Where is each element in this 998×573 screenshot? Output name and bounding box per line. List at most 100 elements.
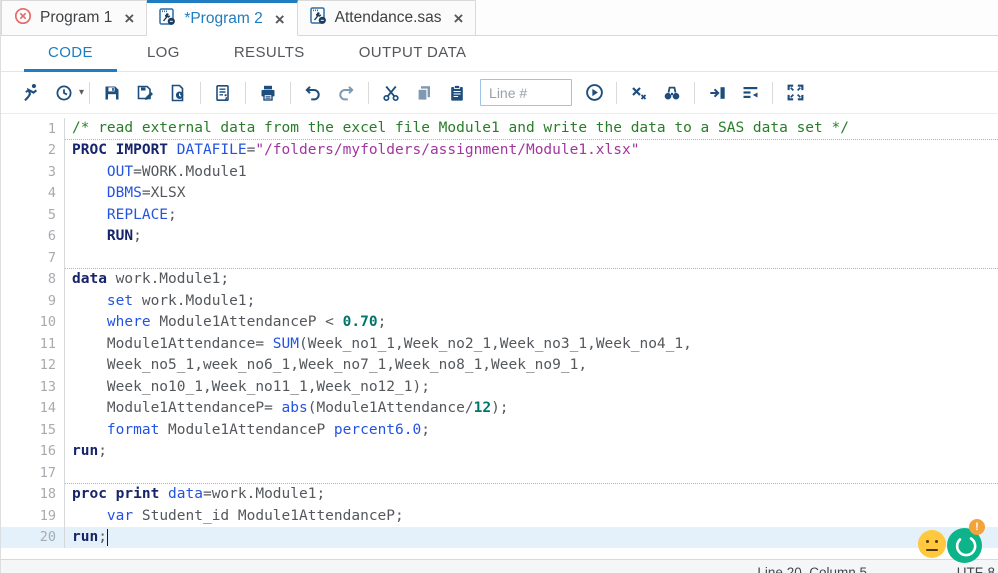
line-number: 11 <box>1 333 65 355</box>
line-number: 16 <box>1 441 65 463</box>
copy-button[interactable] <box>410 79 438 107</box>
code-text: /* read external data from the excel fil… <box>65 118 998 140</box>
print-icon <box>259 84 277 102</box>
emoji-eye <box>935 540 938 543</box>
line-number: 4 <box>1 183 65 205</box>
save-icon <box>103 84 121 102</box>
print-button[interactable] <box>254 79 282 107</box>
editor-lines: 1/* read external data from the excel fi… <box>1 118 998 548</box>
code-line[interactable]: 11 Module1Attendance= SUM(Week_no1_1,Wee… <box>1 333 998 355</box>
subtab-results[interactable]: RESULTS <box>210 36 329 71</box>
code-line[interactable]: 16run; <box>1 441 998 463</box>
maximize-view-button[interactable] <box>781 79 809 107</box>
code-line[interactable]: 2PROC IMPORT DATAFILE="/folders/myfolder… <box>1 140 998 162</box>
feedback-widgets: ! <box>918 518 998 573</box>
code-line[interactable]: 19 var Student_id Module1AttendanceP; <box>1 505 998 527</box>
tab-program-2[interactable]: *Program 2 × <box>147 0 297 36</box>
chevron-down-icon[interactable]: ▾ <box>79 87 84 98</box>
code-text: Week_no5_1,week_no6_1,Week_no7_1,Week_no… <box>65 355 998 377</box>
code-line[interactable]: 1/* read external data from the excel fi… <box>1 118 998 140</box>
code-line[interactable]: 8data work.Module1; <box>1 269 998 291</box>
close-icon[interactable]: × <box>454 10 464 27</box>
code-line[interactable]: 5 REPLACE; <box>1 204 998 226</box>
line-number: 6 <box>1 226 65 248</box>
paste-clipboard-icon <box>448 84 466 102</box>
code-text: where Module1AttendanceP < 0.70; <box>65 312 998 334</box>
redo-icon <box>337 84 355 102</box>
line-number: 14 <box>1 398 65 420</box>
redo-button[interactable] <box>332 79 360 107</box>
go-to-line-icon <box>585 83 604 102</box>
code-text: DBMS=XLSX <box>65 183 998 205</box>
code-line[interactable]: 7 <box>1 247 998 269</box>
toolbar-separator <box>368 82 369 104</box>
code-text: var Student_id Module1AttendanceP; <box>65 505 998 527</box>
save-as-icon <box>136 84 154 102</box>
line-number: 7 <box>1 247 65 269</box>
indent-button[interactable] <box>703 79 731 107</box>
subtab-log[interactable]: LOG <box>123 36 204 71</box>
clear-code-icon <box>630 84 648 102</box>
close-icon[interactable]: × <box>275 11 285 28</box>
code-text: OUT=WORK.Module1 <box>65 161 998 183</box>
code-text: Week_no10_1,Week_no11_1,Week_no12_1); <box>65 376 998 398</box>
code-text: RUN; <box>65 226 998 248</box>
run-button[interactable] <box>17 79 45 107</box>
line-number: 2 <box>1 140 65 162</box>
line-number: 19 <box>1 505 65 527</box>
line-number: 8 <box>1 269 65 291</box>
maximize-icon <box>786 83 805 102</box>
paste-button[interactable] <box>443 79 471 107</box>
program-summary-button[interactable] <box>209 79 237 107</box>
line-number: 12 <box>1 355 65 377</box>
subtab-output-data[interactable]: OUTPUT DATA <box>335 36 491 71</box>
subtab-code[interactable]: CODE <box>24 36 117 72</box>
clear-code-button[interactable] <box>625 79 653 107</box>
toolbar-separator <box>89 82 90 104</box>
code-line[interactable]: 6 RUN; <box>1 226 998 248</box>
run-icon <box>22 83 41 102</box>
cursor-position-status: Line 20, Column 5 <box>757 565 867 573</box>
code-text: format Module1AttendanceP percent6.0; <box>65 419 998 441</box>
undo-button[interactable] <box>299 79 327 107</box>
code-line[interactable]: 18proc print data=work.Module1; <box>1 484 998 506</box>
save-button[interactable] <box>98 79 126 107</box>
download-button[interactable] <box>164 79 192 107</box>
tab-label: Attendance.sas <box>335 9 442 27</box>
code-line[interactable]: 12 Week_no5_1,week_no6_1,Week_no7_1,Week… <box>1 355 998 377</box>
code-line[interactable]: 15 format Module1AttendanceP percent6.0; <box>1 419 998 441</box>
code-line[interactable]: 9 set work.Module1; <box>1 290 998 312</box>
format-code-button[interactable] <box>736 79 764 107</box>
code-line[interactable]: 10 where Module1AttendanceP < 0.70; <box>1 312 998 334</box>
code-line[interactable]: 4 DBMS=XLSX <box>1 183 998 205</box>
code-text: REPLACE; <box>65 204 998 226</box>
close-icon[interactable]: × <box>124 10 134 27</box>
find-replace-button[interactable] <box>658 79 686 107</box>
go-to-line-button[interactable] <box>580 79 608 107</box>
toolbar-separator <box>772 82 773 104</box>
sas-studio-window: Program 1 × *Program 2 × Attendance.sas … <box>0 0 998 573</box>
cut-scissors-icon <box>382 84 400 102</box>
tab-attendance-sas[interactable]: Attendance.sas × <box>298 0 477 35</box>
code-text: Module1AttendanceP= abs(Module1Attendanc… <box>65 398 998 420</box>
code-toolbar: ▾ <box>1 72 998 114</box>
code-editor[interactable]: 1/* read external data from the excel fi… <box>1 115 998 573</box>
code-text: Module1Attendance= SUM(Week_no1_1,Week_n… <box>65 333 998 355</box>
submission-history-button[interactable] <box>50 79 78 107</box>
code-line[interactable]: 17 <box>1 462 998 484</box>
tab-program-1[interactable]: Program 1 × <box>1 0 147 35</box>
tabbar-filler <box>476 0 998 35</box>
code-line[interactable]: 3 OUT=WORK.Module1 <box>1 161 998 183</box>
code-line[interactable]: 20run; <box>1 527 998 549</box>
save-as-button[interactable] <box>131 79 159 107</box>
toolbar-separator <box>616 82 617 104</box>
code-text <box>65 462 998 484</box>
code-line[interactable]: 14 Module1AttendanceP= abs(Module1Attend… <box>1 398 998 420</box>
line-number: 17 <box>1 462 65 484</box>
cut-button[interactable] <box>377 79 405 107</box>
history-clock-icon <box>55 84 73 102</box>
code-line[interactable]: 13 Week_no10_1,Week_no11_1,Week_no12_1); <box>1 376 998 398</box>
feedback-emoji-icon[interactable] <box>918 530 946 558</box>
line-number-input[interactable] <box>480 79 572 106</box>
tab-label: *Program 2 <box>184 10 262 28</box>
